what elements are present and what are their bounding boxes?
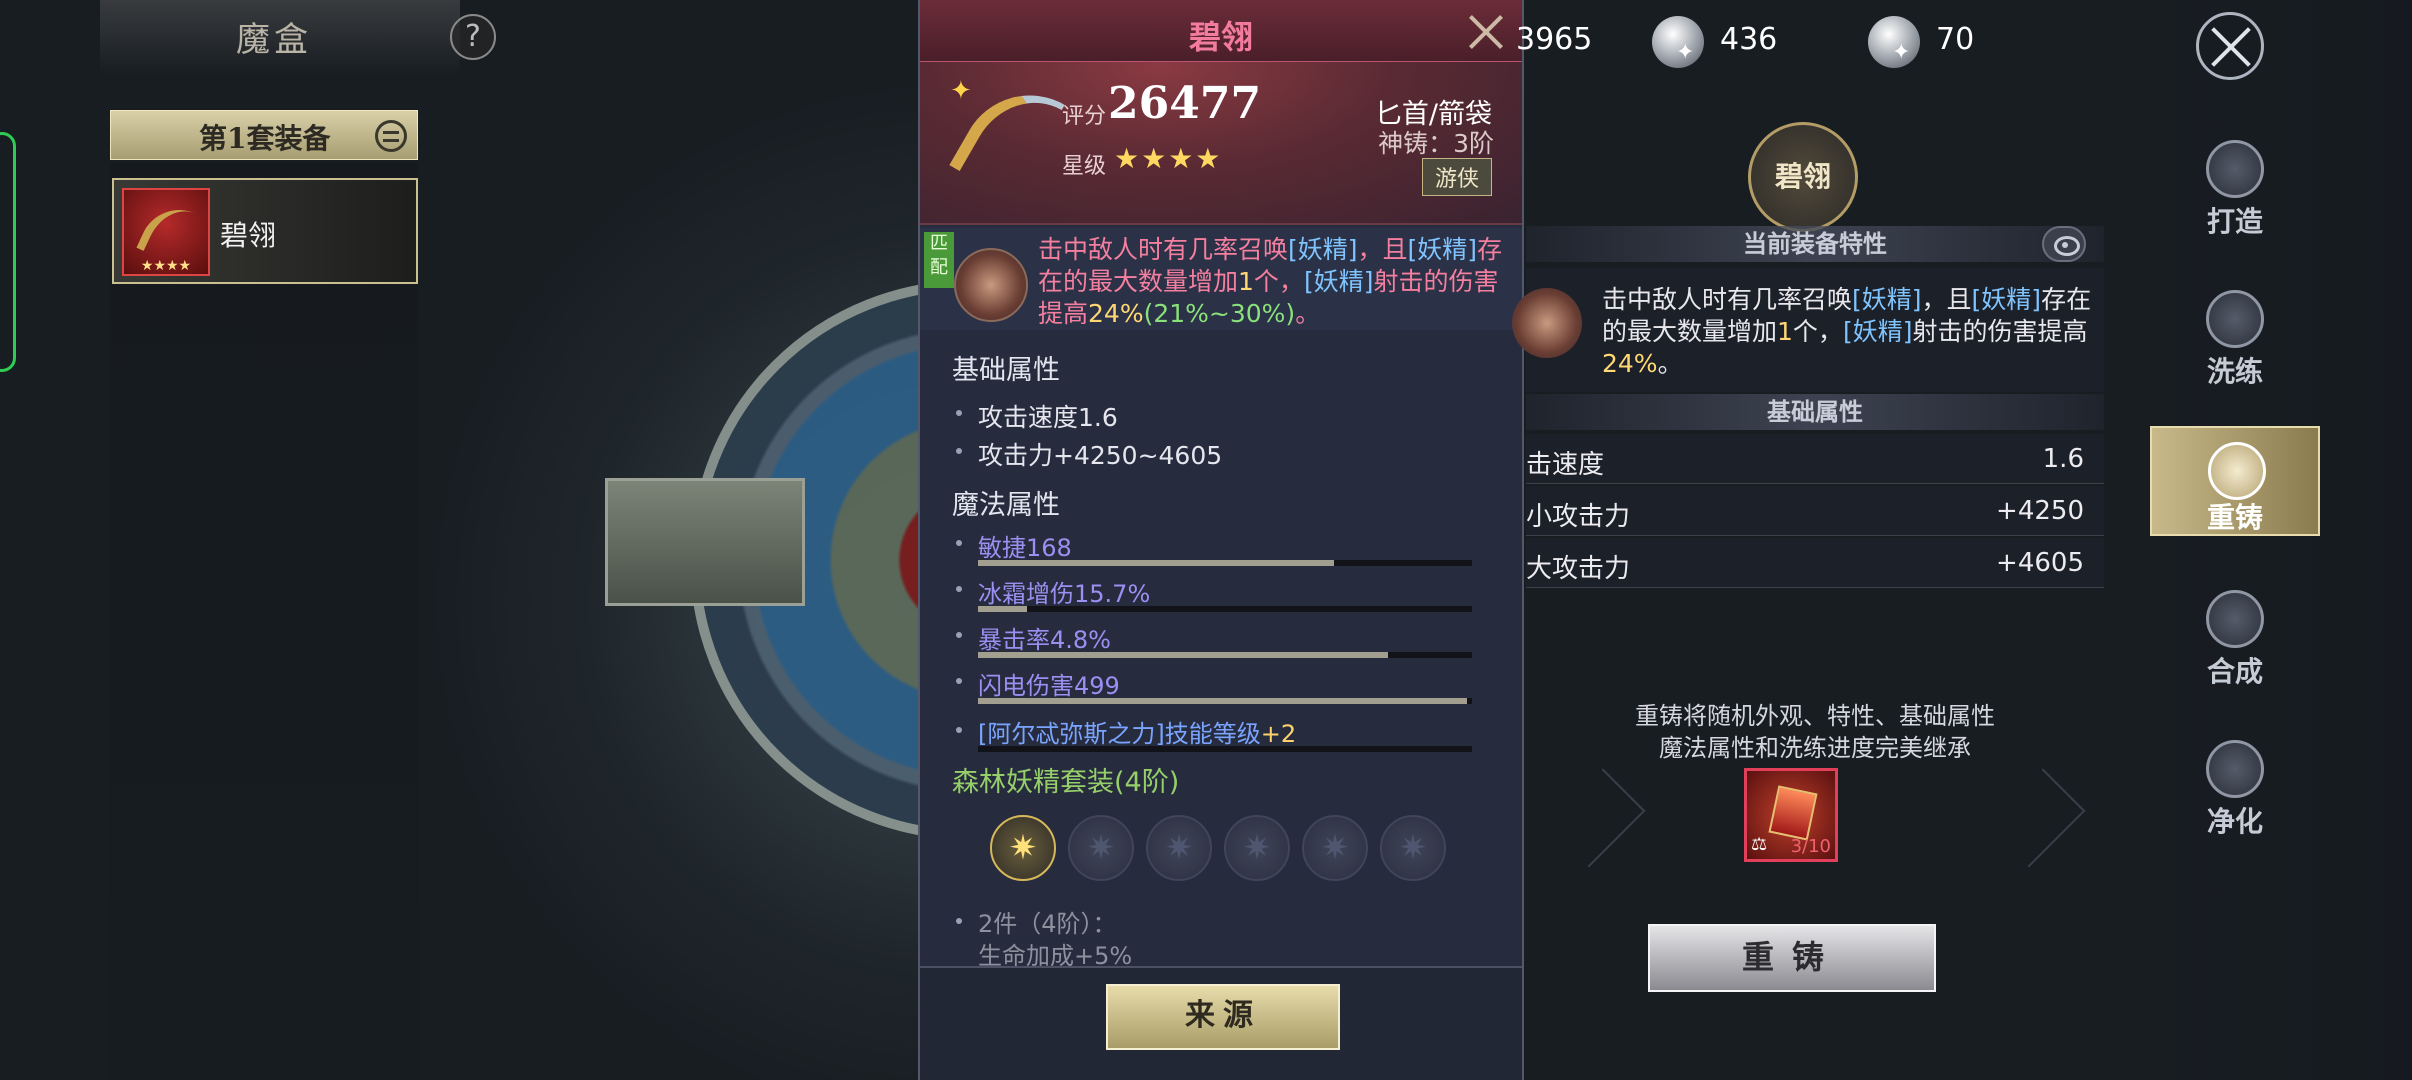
source-button[interactable]: 来源 — [1106, 984, 1340, 1050]
item-title: 碧翎 — [1188, 18, 1253, 56]
eye-icon[interactable] — [2042, 226, 2086, 262]
set-slot-icon[interactable]: ✷ — [990, 815, 1056, 881]
recast-button[interactable]: 重铸 — [1648, 924, 1936, 992]
item-stars: ★★★★ — [140, 258, 192, 274]
magic-stat: 冰霜增伤15.7% — [978, 580, 1151, 608]
item-forge-level: 神铸：3阶 — [1378, 129, 1494, 158]
magic-stats-title: 魔法属性 — [952, 490, 1060, 521]
stat-bar — [978, 560, 1472, 566]
set-slots: ✷ ✷ ✷ ✷ ✷ ✷ — [956, 815, 1496, 887]
nav-label: 净化 — [2206, 805, 2263, 838]
equipment-set-selector[interactable]: 第1套装备 — [110, 110, 418, 160]
trait-row: 匹配 击中敌人时有几率召唤[妖精]，且[妖精]存在的最大数量增加1个，[妖精]射… — [920, 228, 1522, 330]
combine-icon — [2206, 590, 2264, 648]
score-label: 评分 — [1062, 104, 1107, 129]
nav-item-recast[interactable]: 重铸 — [2150, 426, 2320, 536]
set-label: 第1套装备 — [199, 122, 331, 155]
nav-label: 洗练 — [2206, 355, 2263, 388]
base-stat: 攻击速度1.6 — [978, 403, 1118, 432]
trait-section-title: 当前装备特性 — [1526, 226, 2104, 262]
set-slot-icon[interactable]: ✷ — [1302, 815, 1368, 881]
left-edge-tab[interactable] — [0, 132, 16, 372]
stat-row: 击速度 1.6 — [1526, 434, 2104, 484]
stat-value: +4605 — [1996, 548, 2084, 578]
card-header: 碧翎 ✦ 评分 26477 星级 ★★★★ 匕首/箭袋 神铸：3阶 游侠 — [920, 0, 1522, 225]
magic-stat: 闪电伤害499 — [978, 672, 1120, 700]
set-slot-icon[interactable]: ✷ — [1380, 815, 1446, 881]
set-name: 森林妖精套装(4阶) — [952, 767, 1180, 798]
help-icon[interactable]: ? — [450, 14, 496, 60]
nav-label: 打造 — [2206, 205, 2263, 238]
set-bonus-title: 2件（4阶）： — [978, 910, 1117, 938]
stat-row: 小攻击力 +4250 — [1526, 486, 2104, 536]
star-level-label: 星级 — [1062, 154, 1107, 179]
magic-stat: 敏捷168 — [978, 534, 1072, 562]
stat-value: +4250 — [1996, 496, 2084, 526]
stat-bar — [978, 652, 1472, 658]
nav-label: 重铸 — [2206, 501, 2263, 534]
nav-item-combine[interactable]: 合成 — [2150, 590, 2320, 700]
page-title: 魔盒 — [236, 20, 312, 60]
set-slot-icon[interactable]: ✷ — [1146, 815, 1212, 881]
stat-name: 大攻击力 — [1526, 554, 1631, 584]
switch-set-icon[interactable] — [375, 120, 407, 152]
stat-row: 大攻击力 +4605 — [1526, 538, 2104, 588]
set-slot-icon[interactable]: ✷ — [1068, 815, 1134, 881]
close-icon[interactable] — [1464, 10, 1508, 54]
stat-name: 小攻击力 — [1526, 502, 1631, 532]
refine-icon — [2206, 290, 2264, 348]
equipment-item[interactable]: ★★★★ 碧翎 — [112, 178, 418, 284]
stat-bar — [978, 698, 1472, 704]
trait-text: 击中敌人时有几率召唤[妖精]，且[妖精]存在的最大数量增加1个，[妖精]射击的伤… — [1038, 235, 1503, 328]
nav-item-purify[interactable]: 净化 — [2150, 740, 2320, 850]
crystal-icon — [1768, 785, 1818, 841]
forge-icon — [2206, 140, 2264, 198]
score-value: 26477 — [1108, 78, 1262, 129]
stat-bar — [978, 606, 1472, 612]
wheel-arm — [605, 478, 805, 606]
item-detail-card: 碧翎 ✦ 评分 26477 星级 ★★★★ 匕首/箭袋 神铸：3阶 游侠 匹配 … — [918, 0, 1524, 1080]
current-trait-text: 击中敌人时有几率召唤[妖精]，且[妖精]存在的最大数量增加1个，[妖精]射击的伤… — [1602, 285, 2092, 378]
stat-value: 1.6 — [2042, 444, 2084, 474]
equipment-list — [110, 162, 418, 1080]
equipment-item-name: 碧翎 — [220, 219, 277, 252]
dagger-item-icon: ★★★★ — [122, 188, 210, 276]
scale-icon: ⚖ — [1751, 834, 1768, 855]
base-stat: 攻击力+4250~4605 — [978, 441, 1223, 470]
feather-icon — [954, 248, 1028, 322]
recast-material[interactable]: ⚖ 3/10 — [1744, 768, 1838, 862]
card-footer: 来源 — [920, 966, 1522, 1080]
recast-panel: 碧翎 当前装备特性 击中敌人时有几率召唤[妖精]，且[妖精]存在的最大数量增加1… — [1512, 0, 2106, 1080]
item-emblem: 碧翎 — [1748, 122, 1858, 232]
dagger-icon: ✦ — [942, 69, 1065, 201]
stat-name: 击速度 — [1526, 450, 1605, 480]
feather-icon — [1512, 288, 1582, 358]
set-slot-icon[interactable]: ✷ — [1224, 815, 1290, 881]
base-section-title: 基础属性 — [1526, 394, 2104, 430]
stat-bar — [978, 746, 1472, 752]
match-badge: 匹配 — [924, 232, 954, 288]
recast-note: 重铸将随机外观、特性、基础属性 魔法属性和洗练进度完美继承 — [1635, 702, 1995, 762]
class-tag: 游侠 — [1421, 158, 1492, 196]
nav-item-refine[interactable]: 洗练 — [2150, 290, 2320, 400]
close-icon[interactable] — [2196, 12, 2264, 80]
purify-icon — [2206, 740, 2264, 798]
base-stats-title: 基础属性 — [952, 355, 1060, 386]
recast-icon — [2208, 442, 2266, 500]
material-count: 3/10 — [1790, 836, 1831, 857]
star-rating: ★★★★ — [1114, 142, 1223, 175]
current-trait: 击中敌人时有几率召唤[妖精]，且[妖精]存在的最大数量增加1个，[妖精]射击的伤… — [1512, 268, 2104, 392]
magic-stat: 暴击率4.8% — [978, 626, 1111, 654]
magic-stat-skill: [阿尔忒弥斯之力]技能等级+2 — [978, 720, 1297, 748]
nav-item-forge[interactable]: 打造 — [2150, 140, 2320, 250]
nav-label: 合成 — [2206, 655, 2263, 688]
